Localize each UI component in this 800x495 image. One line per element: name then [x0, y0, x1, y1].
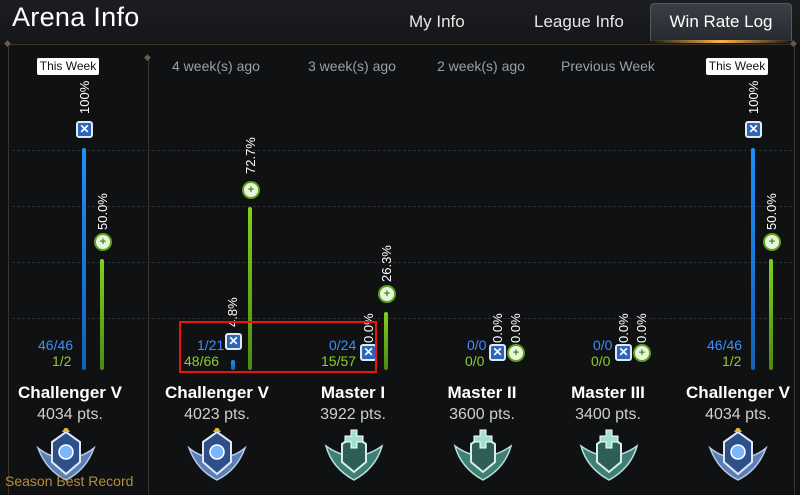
- this-week-badge: This Week: [706, 58, 768, 75]
- this-week-badge: This Week: [37, 58, 99, 75]
- active-tab-underline: [650, 40, 792, 43]
- rank-points: 3600 pts.: [449, 406, 515, 423]
- crossed-swords-icon: ✕: [489, 344, 506, 361]
- attack-ratio: 0/0: [467, 337, 487, 353]
- attack-win-rate-bar: [82, 148, 86, 370]
- rank-name: Master II: [447, 383, 517, 402]
- shield-icon: +: [763, 233, 781, 251]
- attack-win-rate-bar: [751, 148, 755, 370]
- attack-ratio: 46/46: [707, 337, 743, 353]
- win-rate-label: 26.3%: [379, 245, 394, 282]
- master-emblem-icon: [453, 429, 513, 481]
- attack-ratio: 46/46: [38, 337, 74, 353]
- attack-ratio: 0/0: [593, 337, 613, 353]
- win-rate-label: 0.0%: [616, 313, 631, 343]
- grid-line: [12, 150, 792, 151]
- rank-name: Challenger V: [165, 383, 269, 402]
- rank-name: Challenger V: [686, 383, 790, 402]
- win-rate-label: 100%: [746, 80, 761, 114]
- rank-points: 3922 pts.: [320, 406, 386, 423]
- win-rate-label: 0.0%: [508, 313, 523, 343]
- defense-ratio: 1/2: [722, 353, 742, 369]
- header-bar: Arena Info My Info League Info Win Rate …: [0, 0, 800, 44]
- defense-win-rate-bar: [384, 312, 388, 370]
- win-rate-label: 50.0%: [95, 193, 110, 230]
- win-rate-label: 100%: [77, 80, 92, 114]
- rank-points: 4023 pts.: [184, 406, 250, 423]
- shield-icon: +: [242, 181, 260, 199]
- grid-line: [12, 262, 792, 263]
- crossed-swords-icon: ✕: [745, 121, 762, 138]
- rank-name: Master III: [571, 383, 645, 402]
- win-rate-label: 0.0%: [490, 313, 505, 343]
- rank-points: 4034 pts.: [37, 406, 103, 423]
- frame-right-line: [794, 44, 795, 495]
- rank-points: 3400 pts.: [575, 406, 641, 423]
- tab-my-info[interactable]: My Info: [409, 12, 465, 32]
- season-best-label: Season Best Record: [5, 473, 134, 489]
- column-header: 3 week(s) ago: [308, 58, 396, 74]
- shield-icon: +: [507, 344, 525, 362]
- grid-line: [12, 206, 792, 207]
- shield-icon: +: [633, 344, 651, 362]
- frame-corner-icon: ◆: [4, 38, 11, 48]
- column-header: 2 week(s) ago: [437, 58, 525, 74]
- rank-name: Challenger V: [18, 383, 122, 402]
- crossed-swords-icon: ✕: [615, 344, 632, 361]
- shield-icon: +: [378, 285, 396, 303]
- challenger-emblem-icon: [708, 428, 768, 481]
- grid-line: [12, 318, 792, 319]
- column-header: Previous Week: [561, 58, 655, 74]
- frame-corner-icon: ◆: [790, 38, 797, 48]
- win-rate-label: 0.0%: [634, 313, 649, 343]
- tab-league-info[interactable]: League Info: [534, 12, 624, 32]
- shield-icon: +: [94, 233, 112, 251]
- win-rate-label: 72.7%: [243, 137, 258, 174]
- rank-name: Master I: [320, 383, 386, 402]
- highlight-box: [179, 321, 377, 373]
- defense-ratio: 0/0: [465, 353, 485, 369]
- rank-points: 4034 pts.: [705, 406, 771, 423]
- challenger-emblem-icon: [187, 428, 247, 481]
- defense-win-rate-bar: [769, 259, 773, 370]
- defense-win-rate-bar: [100, 259, 104, 370]
- crossed-swords-icon: ✕: [76, 121, 93, 138]
- frame-top-line: [8, 44, 794, 45]
- defense-ratio: 1/2: [52, 353, 72, 369]
- column-header: 4 week(s) ago: [172, 58, 260, 74]
- master-emblem-icon: [324, 429, 384, 481]
- master-emblem-icon: [579, 429, 639, 481]
- frame-left-line: [8, 44, 9, 495]
- page-title: Arena Info: [12, 2, 140, 32]
- frame-corner-icon: ◆: [144, 52, 151, 62]
- frame-divider-line: [148, 58, 149, 495]
- tab-win-rate-log[interactable]: Win Rate Log: [650, 3, 792, 41]
- win-rate-label: 50.0%: [764, 193, 779, 230]
- defense-ratio: 0/0: [591, 353, 611, 369]
